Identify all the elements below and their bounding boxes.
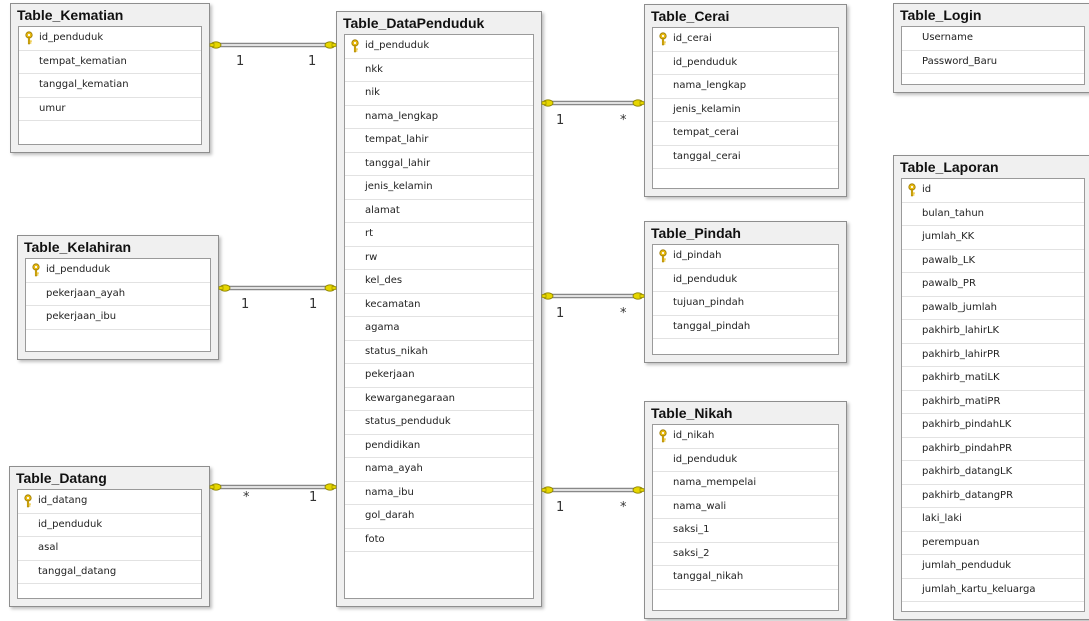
relationship-datang-datapenduduk[interactable]: * 1 xyxy=(209,483,337,505)
cardinality-label: * xyxy=(620,306,627,321)
cardinality-label: 1 xyxy=(309,490,317,505)
key-end-icon xyxy=(209,483,222,491)
infinity-end-icon xyxy=(324,483,337,491)
relationship-kelahiran-datapenduduk[interactable]: 11 xyxy=(218,284,337,312)
infinity-end-icon xyxy=(632,99,645,107)
cardinality-label: * xyxy=(620,500,627,515)
cardinality-label: 1 xyxy=(556,113,564,128)
relationship-datapenduduk-pindah[interactable]: 1 * xyxy=(541,292,645,321)
key-end-icon xyxy=(541,99,554,107)
infinity-end-icon xyxy=(632,292,645,300)
relationship-layer: 1 11 1* 11 *1 *1 * xyxy=(209,41,645,515)
cardinality-label: * xyxy=(243,490,250,505)
key-end-icon xyxy=(218,284,231,292)
infinity-end-icon xyxy=(324,41,337,49)
cardinality-label: * xyxy=(620,113,627,128)
relationship-datapenduduk-cerai[interactable]: 1 * xyxy=(541,99,645,128)
cardinality-label: 1 xyxy=(556,306,564,321)
cardinality-label: 1 xyxy=(236,54,244,69)
cardinality-label: 1 xyxy=(308,54,316,69)
key-end-icon xyxy=(541,486,554,494)
infinity-end-icon xyxy=(632,486,645,494)
cardinality-label: 1 xyxy=(309,297,317,312)
cardinality-label: 1 xyxy=(556,500,564,515)
key-end-icon xyxy=(541,292,554,300)
key-end-icon xyxy=(209,41,222,49)
relationship-kematian-datapenduduk[interactable]: 11 xyxy=(209,41,337,69)
infinity-end-icon xyxy=(324,284,337,292)
cardinality-label: 1 xyxy=(241,297,249,312)
relationship-datapenduduk-nikah[interactable]: 1 * xyxy=(541,486,645,515)
